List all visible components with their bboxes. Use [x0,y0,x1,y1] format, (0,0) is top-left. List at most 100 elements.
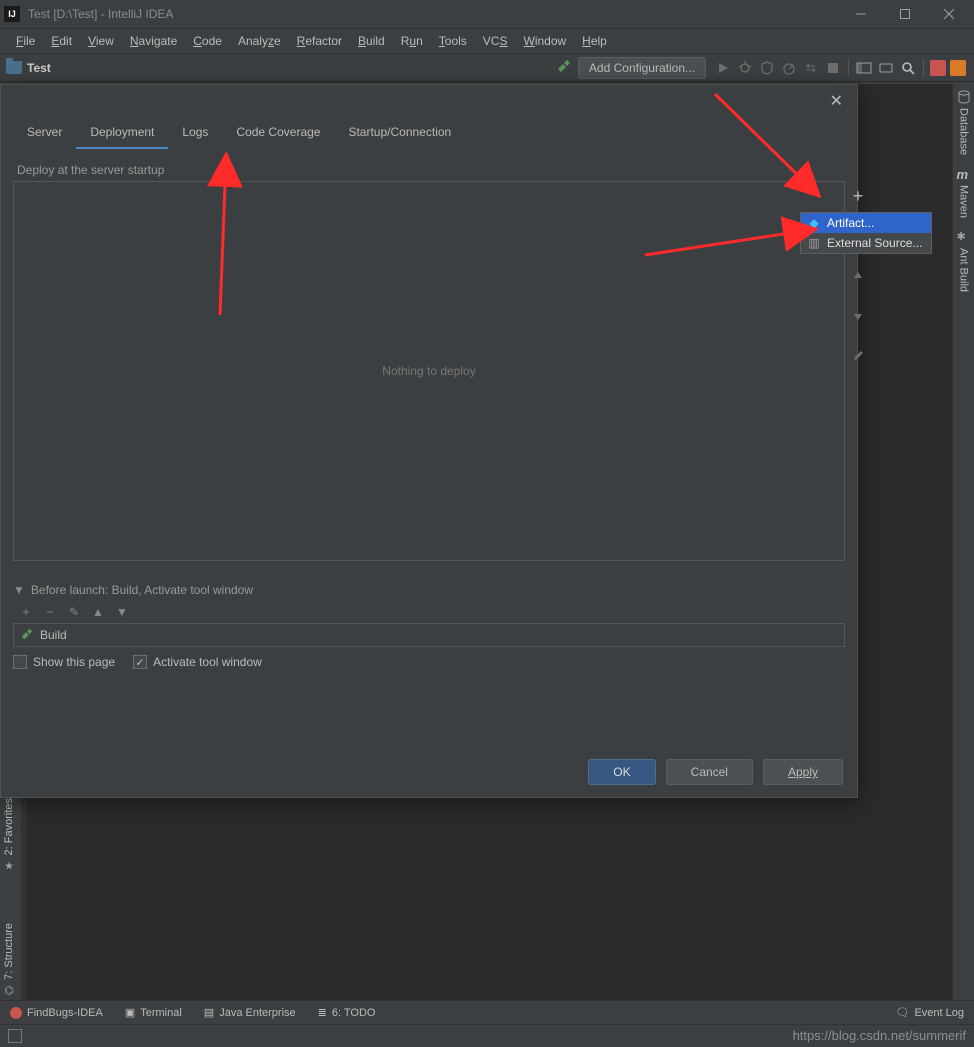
profiler-icon[interactable] [779,58,799,78]
before-launch-header[interactable]: ▼ Before launch: Build, Activate tool wi… [13,583,845,597]
add-deployment-popup: ◆ Artifact... ▥ External Source... [800,212,932,254]
concurrency-icon[interactable]: ⇆ [801,58,821,78]
bl-add-button[interactable]: + [19,605,33,619]
maven-icon: m [957,167,971,181]
ide-settings-icon[interactable] [876,58,896,78]
menu-bar: File Edit View Navigate Code Analyze Ref… [0,29,974,54]
tab-logs[interactable]: Logs [168,117,222,149]
bl-edit-button[interactable]: ✎ [67,605,81,619]
run-icon[interactable] [713,58,733,78]
close-button[interactable] [936,4,962,24]
database-tool[interactable]: Database [957,90,971,155]
bottom-tool-bar: FindBugs-IDEA ▣Terminal ▤Java Enterprise… [0,1000,974,1024]
coverage-icon[interactable] [757,58,777,78]
maximize-button[interactable] [892,4,918,24]
show-this-page-checkbox[interactable]: Show this page [13,655,115,669]
tab-startup-connection[interactable]: Startup/Connection [334,117,465,149]
menu-code[interactable]: Code [185,31,230,51]
minimize-button[interactable] [848,4,874,24]
right-tool-strip: Database m Maven ✱ Ant Build [952,84,974,1022]
add-configuration-button[interactable]: Add Configuration... [578,57,706,79]
watermark: https://blog.csdn.net/summerif [793,1028,966,1043]
folder-icon [6,61,22,74]
javaee-icon: ▤ [204,1006,214,1019]
favorites-tool[interactable]: ★ 2: Favorites [3,798,15,872]
build-task-label: Build [40,628,67,642]
tab-code-coverage[interactable]: Code Coverage [222,117,334,149]
maven-tool[interactable]: m Maven [957,167,971,218]
popup-external-source[interactable]: ▥ External Source... [801,233,931,253]
add-deployment-button[interactable]: + [850,188,866,204]
event-log-tool[interactable]: 🗨Event Log [895,1006,964,1019]
search-everywhere-icon[interactable] [898,58,918,78]
debug-icon[interactable] [735,58,755,78]
title-bar: IJ Test [D:\Test] - IntelliJ IDEA [0,0,974,29]
dialog-close-button[interactable]: ✕ [826,87,847,115]
external-source-icon: ▥ [807,236,821,250]
tab-server[interactable]: Server [13,117,76,149]
menu-navigate[interactable]: Navigate [122,31,185,51]
ant-build-tool[interactable]: ✱ Ant Build [957,230,971,292]
checkbox-checked-icon [133,655,147,669]
menu-vcs[interactable]: VCS [475,31,516,51]
window-title: Test [D:\Test] - IntelliJ IDEA [28,7,848,21]
event-log-icon: 🗨 [895,1006,909,1019]
database-icon [957,90,971,104]
menu-analyze[interactable]: Analyze [230,31,289,51]
menu-run[interactable]: Run [393,31,431,51]
star-icon: ★ [4,859,14,872]
app-icon: IJ [4,6,20,22]
terminal-icon: ▣ [125,1006,135,1019]
plugin-badge-2[interactable] [950,60,966,76]
run-config-dialog: ✕ Server Deployment Logs Code Coverage S… [0,84,858,798]
menu-tools[interactable]: Tools [431,31,475,51]
tool-window-toggle-icon[interactable] [8,1029,22,1043]
plugin-badge-1[interactable] [930,60,946,76]
bl-down-button[interactable]: ▼ [115,605,129,619]
deploy-list: Nothing to deploy + − ◆ Artifact... ▥ Ex… [13,181,845,561]
bl-remove-button[interactable]: − [43,605,57,619]
activate-tool-window-checkbox[interactable]: Activate tool window [133,655,262,669]
dialog-tabs: Server Deployment Logs Code Coverage Sta… [1,117,857,149]
structure-tool[interactable]: ⌬ 7: Structure [3,923,15,997]
artifact-icon: ◆ [807,216,821,230]
apply-button[interactable]: Apply [763,759,843,785]
todo-tool[interactable]: ≣6: TODO [318,1006,376,1019]
edit-deployment-button[interactable] [850,348,866,364]
menu-edit[interactable]: Edit [43,31,80,51]
checkbox-unchecked-icon [13,655,27,669]
breadcrumb[interactable]: Test [6,61,51,75]
left-tool-strip: ★ 2: Favorites ⌬ 7: Structure [0,795,22,1022]
main-toolbar: Test Add Configuration... ⇆ [0,54,974,82]
java-enterprise-tool[interactable]: ▤Java Enterprise [204,1006,296,1019]
collapse-icon: ▼ [13,583,25,597]
ok-button[interactable]: OK [588,759,655,785]
tab-deployment[interactable]: Deployment [76,117,168,149]
menu-view[interactable]: View [80,31,122,51]
before-launch-toolbar: + − ✎ ▲ ▼ [13,603,845,621]
menu-file[interactable]: File [8,31,43,51]
project-structure-icon[interactable] [854,58,874,78]
ant-icon: ✱ [957,230,971,244]
project-name: Test [27,61,51,75]
menu-refactor[interactable]: Refactor [289,31,350,51]
move-down-button[interactable] [850,308,866,324]
menu-build[interactable]: Build [350,31,393,51]
before-launch-list[interactable]: Build [13,623,845,647]
build-icon[interactable] [556,58,572,77]
bug-icon [10,1007,22,1019]
structure-icon: ⌬ [4,984,14,997]
menu-help[interactable]: Help [574,31,615,51]
deploy-empty-text: Nothing to deploy [14,182,844,560]
popup-artifact[interactable]: ◆ Artifact... [801,213,931,233]
findbugs-tool[interactable]: FindBugs-IDEA [10,1007,103,1019]
bl-up-button[interactable]: ▲ [91,605,105,619]
terminal-tool[interactable]: ▣Terminal [125,1006,182,1019]
cancel-button[interactable]: Cancel [666,759,753,785]
menu-window[interactable]: Window [515,31,574,51]
deploy-section-label: Deploy at the server startup [13,163,845,177]
move-up-button[interactable] [850,268,866,284]
hammer-icon [20,627,34,644]
stop-icon[interactable] [823,58,843,78]
todo-icon: ≣ [318,1006,327,1019]
